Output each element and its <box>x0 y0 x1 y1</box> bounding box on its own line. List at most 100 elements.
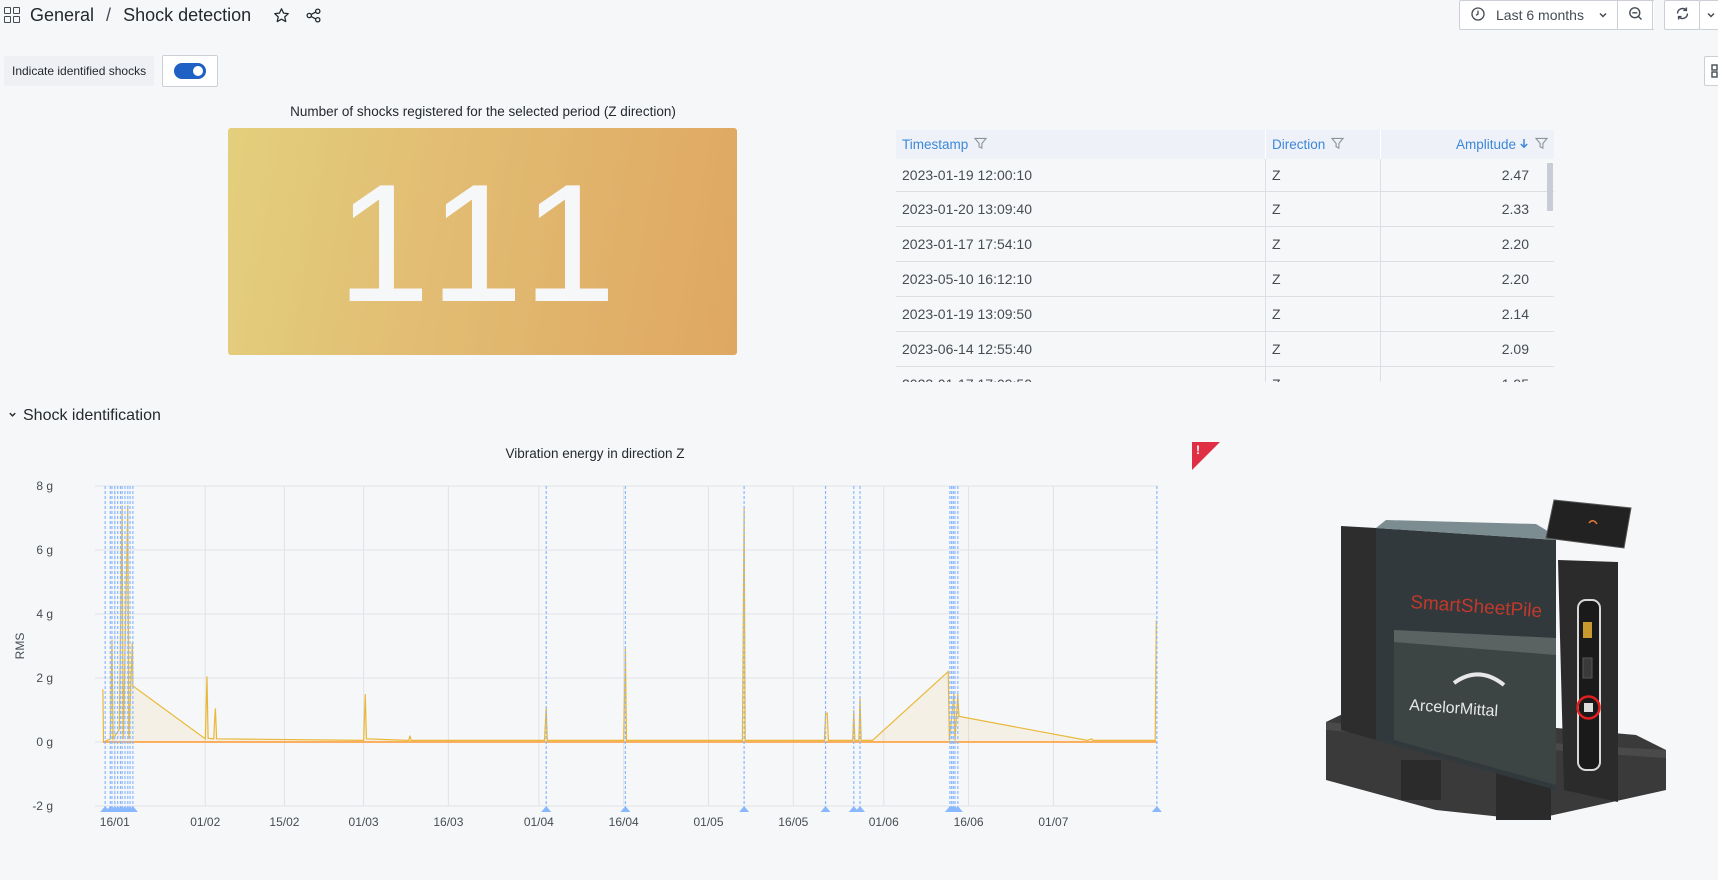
cell-timestamp: 2023-01-17 17:54:10 <box>896 227 1266 261</box>
column-label: Amplitude <box>1455 137 1516 152</box>
cell-timestamp: 2023-01-20 13:09:40 <box>896 192 1266 226</box>
shock-annotation-marker[interactable] <box>820 806 831 812</box>
cell-amplitude: 2.33 <box>1501 201 1529 217</box>
table-scrollbar[interactable] <box>1547 163 1553 211</box>
zoom-out-icon <box>1627 5 1644 25</box>
shocks-table: Timestamp Direction Amplitude 2023-01-19… <box>896 130 1554 382</box>
vibration-chart[interactable]: 8 g 6 g 4 g 2 g 0 g -2 g 16/01 01/02 15/02 01/03 1… <box>0 470 1170 850</box>
shock-annotation-marker[interactable] <box>620 806 631 812</box>
smartsheetpile-device-image: SmartSheetPile ArcelorMittal <box>1326 499 1666 820</box>
x-tick-label: 01/05 <box>693 815 723 829</box>
shock-annotation-marker[interactable] <box>541 806 552 812</box>
filter-icon[interactable] <box>1331 137 1345 153</box>
shock-annotation-marker[interactable] <box>739 806 750 812</box>
cell-direction: Z <box>1266 159 1381 191</box>
row-shock-identification[interactable]: Shock identification <box>8 407 161 425</box>
tank-left-frame <box>1341 526 1376 740</box>
table-row[interactable]: 2023-01-17 17:09:50Z1.95 <box>896 367 1554 382</box>
share-icon[interactable] <box>303 5 323 25</box>
chevron-down-icon <box>8 410 17 422</box>
indicate-shocks-toggle-container <box>162 55 218 87</box>
chevron-down-icon <box>1706 7 1716 23</box>
stat-panel: 111 <box>228 128 737 355</box>
breadcrumb: General / Shock detection <box>4 3 323 27</box>
cell-amplitude: 2.14 <box>1501 306 1529 322</box>
column-header-amplitude[interactable]: Amplitude <box>1381 130 1554 159</box>
filter-icon[interactable] <box>974 137 988 153</box>
accelerometer <box>1584 703 1593 712</box>
cell-amplitude: 2.09 <box>1501 341 1529 357</box>
stat-panel-title: Number of shocks registered for the sele… <box>290 104 676 119</box>
x-tick-label: 16/05 <box>778 815 808 829</box>
cell-timestamp: 2023-01-19 13:09:50 <box>896 297 1266 331</box>
cell-direction: Z <box>1266 227 1381 261</box>
indicate-shocks-toggle[interactable] <box>174 63 206 79</box>
chevron-down-icon <box>1598 7 1608 23</box>
dashboard-title[interactable]: Shock detection <box>123 5 251 26</box>
x-tick-label: 01/03 <box>349 815 379 829</box>
series-area <box>102 505 1157 742</box>
y-tick-label: 0 g <box>36 735 53 749</box>
table-row[interactable]: 2023-01-20 13:09:40 Z 2.33 <box>896 192 1554 227</box>
shock-count-value: 111 <box>336 148 629 337</box>
y-tick-label: 6 g <box>36 543 53 557</box>
cell-timestamp: 2023-06-14 12:55:40 <box>896 332 1266 366</box>
pallet-foot <box>1401 760 1441 800</box>
column-label: Direction <box>1272 137 1326 152</box>
shock-annotation-marker[interactable] <box>855 806 866 812</box>
table-row[interactable]: 2023-05-10 16:12:10 Z 2.20 <box>896 262 1554 297</box>
series-line <box>102 505 1157 743</box>
cell-amplitude: 2.47 <box>1501 167 1529 183</box>
filter-icon[interactable] <box>1534 137 1549 153</box>
y-tick-label: 4 g <box>36 607 53 621</box>
table-row[interactable]: 2023-01-19 13:09:50 Z 2.14 <box>896 297 1554 332</box>
column-header-timestamp[interactable]: Timestamp <box>896 130 1266 159</box>
panel-error-indicator[interactable]: ! <box>1192 442 1220 470</box>
breadcrumb-folder[interactable]: General <box>30 5 94 26</box>
x-tick-label: 01/07 <box>1038 815 1068 829</box>
time-range-label: Last 6 months <box>1496 7 1584 23</box>
tablet-screen <box>1545 499 1632 549</box>
cell-timestamp: 2023-05-10 16:12:10 <box>896 262 1266 296</box>
x-tick-label: 16/06 <box>954 815 984 829</box>
x-tick-label: 01/06 <box>869 815 899 829</box>
refresh-button[interactable] <box>1664 0 1700 30</box>
cell-amplitude: 1.95 <box>1381 367 1537 382</box>
cell-direction: Z <box>1266 367 1381 382</box>
refresh-icon <box>1674 5 1691 25</box>
dashboards-grid-icon[interactable] <box>4 7 20 23</box>
x-tick-label: 16/04 <box>609 815 639 829</box>
column-label: Timestamp <box>902 137 969 152</box>
column-header-direction[interactable]: Direction <box>1266 130 1381 159</box>
zoom-out-button[interactable] <box>1617 0 1653 30</box>
cell-direction: Z <box>1266 192 1381 226</box>
table-row[interactable]: 2023-01-17 17:54:10 Z 2.20 <box>896 227 1554 262</box>
panel-layout-button[interactable] <box>1704 56 1718 86</box>
refresh-interval-dropdown[interactable] <box>1699 0 1718 30</box>
cell-amplitude: 2.20 <box>1501 271 1529 287</box>
cell-timestamp: 2023-01-17 17:09:50 <box>896 367 1266 382</box>
exclamation-icon: ! <box>1196 443 1200 457</box>
cell-direction: Z <box>1266 297 1381 331</box>
x-tick-label: 15/02 <box>269 815 299 829</box>
shock-annotation-marker[interactable] <box>1151 806 1162 812</box>
table-row[interactable]: 2023-06-14 12:55:40 Z 2.09 <box>896 332 1554 367</box>
breadcrumb-separator: / <box>106 4 112 25</box>
table-body: 2023-01-19 12:00:10 Z 2.47 2023-01-20 13:09… <box>896 159 1554 382</box>
sensor-gold <box>1583 622 1592 638</box>
layout-icon <box>1711 64 1718 83</box>
y-tick-label: 8 g <box>36 479 53 493</box>
cell-direction: Z <box>1266 332 1381 366</box>
sort-descending-icon <box>1519 137 1529 152</box>
row-title: Shock identification <box>23 407 161 424</box>
sensor-module <box>1582 657 1593 679</box>
y-tick-label: -2 g <box>32 799 53 813</box>
star-icon[interactable] <box>271 5 291 25</box>
x-tick-label: 01/02 <box>190 815 220 829</box>
table-row[interactable]: 2023-01-19 12:00:10 Z 2.47 <box>896 159 1554 192</box>
cell-timestamp: 2023-01-19 12:00:10 <box>896 159 1266 191</box>
y-axis-label: RMS <box>13 633 27 660</box>
x-tick-label: 16/01 <box>100 815 130 829</box>
x-tick-label: 16/03 <box>433 815 463 829</box>
cell-direction: Z <box>1266 262 1381 296</box>
